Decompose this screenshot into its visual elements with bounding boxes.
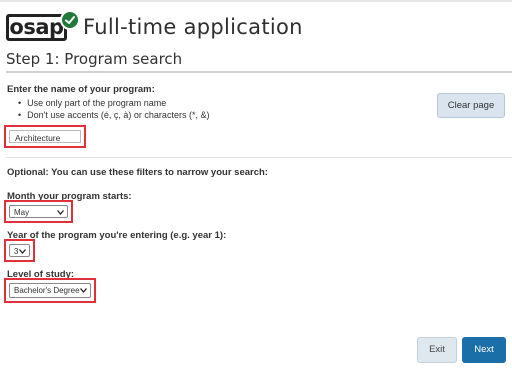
month-select-value: May [14,208,30,217]
app-title: Full-time application [83,15,303,39]
program-name-hints: Use only part of the program name Don't … [18,97,209,121]
level-select-value: Bachelor's Degree [14,286,80,295]
level-select[interactable]: Bachelor's Degree [9,283,91,298]
program-name-input[interactable]: Architecture [9,130,81,143]
year-select-value: 3 [14,247,19,256]
clear-page-button[interactable]: Clear page [437,93,505,118]
year-highlight: 3 [4,239,35,262]
logo-wordmark: osap [6,14,67,41]
chevron-down-icon [80,288,87,293]
program-name-highlight: Architecture [4,125,86,148]
filters-intro: Optional: You can use these filters to n… [7,167,268,178]
section-divider [6,157,512,158]
chevron-down-icon [57,210,64,215]
next-button[interactable]: Next [462,337,506,363]
exit-button[interactable]: Exit [417,337,457,363]
year-label: Year of the program you're entering (e.g… [7,230,227,241]
month-select[interactable]: May [9,205,68,218]
check-icon [60,10,80,30]
hint-item: Use only part of the program name [18,97,209,109]
osap-logo: osap [6,10,80,44]
hint-item: Don't use accents (é, ç, à) or character… [18,109,209,121]
program-name-label: Enter the name of your program: [7,84,155,95]
step-divider [6,71,512,73]
chevron-down-icon [19,249,26,254]
month-highlight: May [4,200,73,223]
year-select[interactable]: 3 [9,244,30,257]
level-highlight: Bachelor's Degree [4,278,96,303]
step-title: Step 1: Program search [6,50,183,68]
top-divider [0,0,512,2]
